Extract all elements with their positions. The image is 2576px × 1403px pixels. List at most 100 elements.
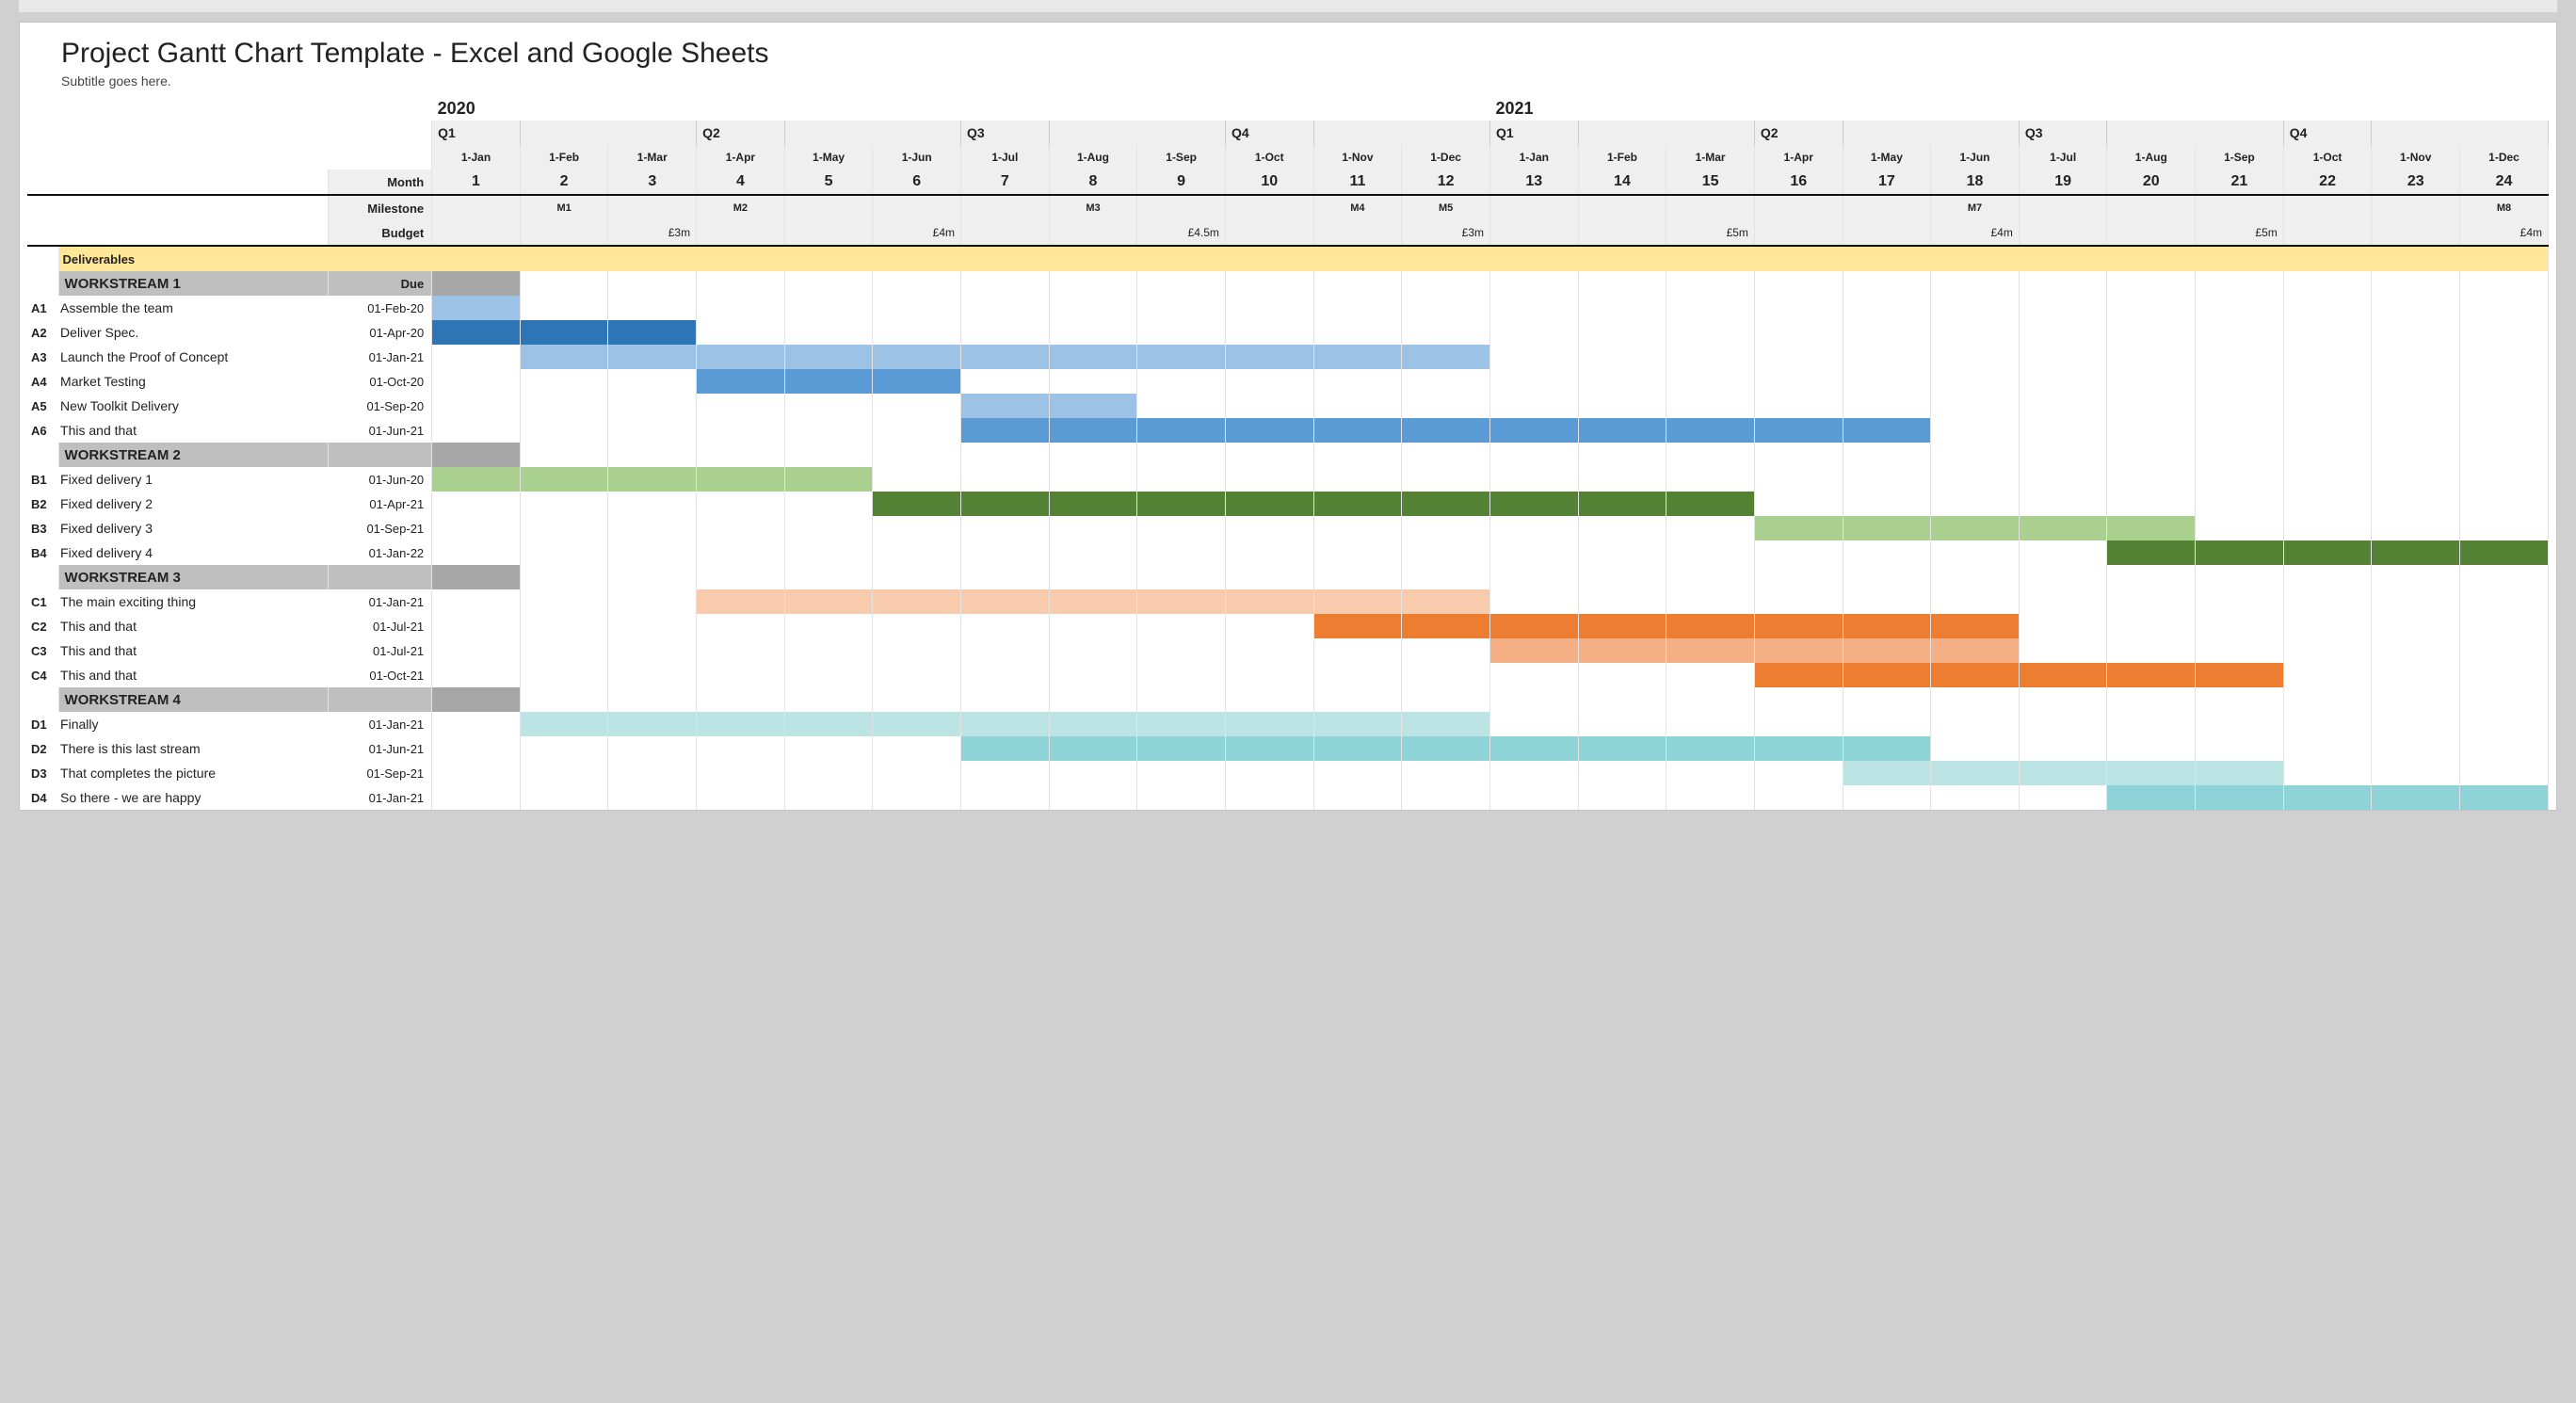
gantt-cell (2460, 296, 2549, 320)
gantt-cell (873, 614, 961, 638)
task-code: A3 (27, 345, 58, 369)
gantt-cell (2107, 369, 2196, 394)
gantt-cell (2019, 296, 2107, 320)
date-hdr: 1-Jun (873, 145, 961, 169)
gantt-cell (1049, 467, 1137, 492)
gantt-cell (1313, 320, 1402, 345)
month-num: 10 (1225, 169, 1313, 195)
gantt-cell (1049, 638, 1137, 663)
task-due: 01-Jun-20 (329, 467, 432, 492)
budget-empty (1754, 220, 1843, 246)
gantt-bar-D2 (1578, 736, 1666, 761)
gantt-cell (1931, 492, 2020, 516)
gantt-cell (2019, 467, 2107, 492)
gantt-cell (961, 614, 1050, 638)
gantt-cell (873, 394, 961, 418)
gantt-cell (1754, 296, 1843, 320)
gantt-cell (2196, 638, 2284, 663)
month-num: 15 (1666, 169, 1755, 195)
gantt-cell (1313, 638, 1402, 663)
gantt-cell (1666, 785, 1755, 810)
gantt-bar-C2 (1754, 614, 1843, 638)
gantt-bar-C1 (1049, 589, 1137, 614)
gantt-cell (1489, 540, 1578, 565)
month-num: 22 (2283, 169, 2372, 195)
task-due: 01-Apr-21 (329, 492, 432, 516)
gantt-bar-A6 (1578, 418, 1666, 443)
gantt-cell (2019, 492, 2107, 516)
gantt-cell (1843, 394, 1931, 418)
gantt-bar-D4 (2283, 785, 2372, 810)
task-due: 01-Oct-20 (329, 369, 432, 394)
budget-value: £5m (1666, 220, 1755, 246)
gantt-cell (432, 418, 521, 443)
gantt-cell (1225, 467, 1313, 492)
gantt-cell (520, 296, 608, 320)
gantt-bar-A3 (520, 345, 608, 369)
gantt-bar-A3 (697, 345, 785, 369)
gantt-cell (1489, 369, 1578, 394)
gantt-bar-C3 (1931, 638, 2020, 663)
gantt-bar-D2 (1137, 736, 1226, 761)
gantt-cell (1225, 516, 1313, 540)
gantt-bar-D2 (1049, 736, 1137, 761)
gantt-cell (1931, 736, 2020, 761)
date-hdr: 1-Oct (2283, 145, 2372, 169)
gantt-bar-C4 (1754, 663, 1843, 687)
quarter-hdr: Q4 (2283, 121, 2372, 145)
task-name: New Toolkit Delivery (58, 394, 328, 418)
gantt-cell (520, 418, 608, 443)
gantt-cell (1578, 589, 1666, 614)
gantt-bar-C2 (1402, 614, 1490, 638)
gantt-cell (520, 785, 608, 810)
budget-empty (2372, 220, 2460, 246)
gantt-cell (1313, 296, 1402, 320)
gantt-cell (1578, 663, 1666, 687)
gantt-cell (608, 418, 697, 443)
gantt-cell (432, 663, 521, 687)
budget-empty (2019, 220, 2107, 246)
gantt-cell (1754, 345, 1843, 369)
gantt-cell (2460, 736, 2549, 761)
gantt-cell (2372, 492, 2460, 516)
gantt-cell (608, 369, 697, 394)
workstream-header: WORKSTREAM 1 (58, 271, 328, 296)
budget-empty (697, 220, 785, 246)
milestone-empty (1843, 195, 1931, 220)
month-num: 24 (2460, 169, 2549, 195)
gantt-cell (608, 296, 697, 320)
date-hdr: 1-Dec (2460, 145, 2549, 169)
gantt-cell (2283, 638, 2372, 663)
budget-empty (1225, 220, 1313, 246)
gantt-bar-B4 (2107, 540, 2196, 565)
gantt-cell (520, 589, 608, 614)
task-code: C4 (27, 663, 58, 687)
gantt-cell (608, 492, 697, 516)
gantt-bar-C3 (1578, 638, 1666, 663)
gantt-cell (2107, 394, 2196, 418)
gantt-cell (2283, 492, 2372, 516)
task-due: 01-Sep-20 (329, 394, 432, 418)
gantt-cell (784, 663, 873, 687)
gantt-cell (2196, 345, 2284, 369)
gantt-cell (1666, 712, 1755, 736)
gantt-cell (1754, 467, 1843, 492)
gantt-cell (697, 320, 785, 345)
milestone-marker: M2 (697, 195, 785, 220)
budget-value: £4m (1931, 220, 2020, 246)
gantt-cell (2107, 345, 2196, 369)
gantt-bar-D2 (961, 736, 1050, 761)
month-num: 20 (2107, 169, 2196, 195)
gantt-cell (608, 394, 697, 418)
task-code: A6 (27, 418, 58, 443)
gantt-cell (1225, 614, 1313, 638)
budget-value: £4m (873, 220, 961, 246)
task-code: A4 (27, 369, 58, 394)
gantt-bar-B4 (2460, 540, 2549, 565)
gantt-cell (1754, 540, 1843, 565)
quarter-hdr: Q1 (1489, 121, 1578, 145)
task-name: So there - we are happy (58, 785, 328, 810)
gantt-cell (432, 712, 521, 736)
gantt-cell (432, 540, 521, 565)
milestone-empty (961, 195, 1050, 220)
